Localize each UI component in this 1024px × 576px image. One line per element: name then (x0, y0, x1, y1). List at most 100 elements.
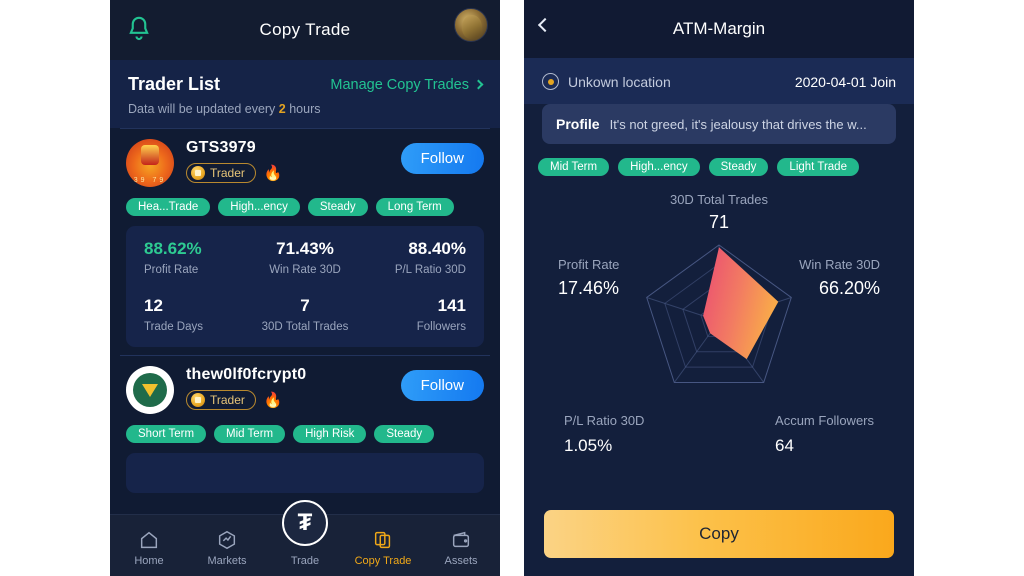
trader-tag[interactable]: Steady (307, 198, 368, 216)
stat-value: 7 (300, 296, 310, 315)
nav-item-copy-trade[interactable]: Copy Trade (344, 528, 422, 576)
nav-item-markets[interactable]: Markets (188, 528, 266, 576)
win-rate-block: Win Rate 30D 66.20% (799, 257, 880, 299)
profit-rate-block: Profit Rate 17.46% (558, 257, 619, 299)
stat-label: Followers (416, 321, 466, 333)
nav-item-home[interactable]: Home (110, 528, 188, 576)
total-trades-label: 30D Total Trades (669, 192, 769, 207)
chevron-right-icon (473, 79, 484, 90)
bell-icon[interactable] (124, 14, 154, 44)
total-trades-block: 30D Total Trades 71 (540, 192, 898, 233)
location-bar: Unkown location 2020-04-01 Join (524, 58, 914, 104)
detail-tags: Mid Term High...ency Steady Light Trade (524, 144, 914, 176)
trader-list-header: Trader List Manage Copy Trades Data will… (110, 60, 500, 128)
page-title: Copy Trade (259, 20, 351, 39)
stat-value: 71.43% (276, 239, 334, 258)
profit-rate-label: Profit Rate (558, 257, 620, 272)
profile-label: Profile (556, 116, 600, 132)
stat-label: Win Rate 30D (269, 264, 341, 276)
detail-tag[interactable]: High...ency (618, 158, 700, 176)
trader-tags: Hea...Trade High...ency Steady Long Term (126, 198, 484, 216)
profit-rate-value: 17.46% (558, 278, 620, 298)
location-text: Unkown location (568, 73, 671, 90)
chevron-left-icon[interactable] (537, 17, 553, 33)
stat-label: P/L Ratio 30D (394, 264, 466, 276)
manage-copy-trades-label: Manage Copy Trades (330, 76, 469, 93)
nav-label: Home (134, 555, 164, 567)
stat-label: Profit Rate (144, 264, 199, 276)
trader-list-title: Trader List (128, 74, 221, 94)
stat-value: 12 (144, 296, 163, 315)
detail-tag[interactable]: Mid Term (538, 158, 610, 176)
manage-copy-trades-link[interactable]: Manage Copy Trades (330, 76, 484, 93)
trader-tag[interactable]: Mid Term (214, 425, 286, 443)
screenshot-stage: Copy Trade Trader List Manage Copy Trade… (0, 0, 1024, 576)
trader-tag[interactable]: Long Term (375, 198, 454, 216)
update-notice-suffix: hours (285, 102, 321, 116)
copy-trade-icon (344, 528, 422, 552)
copy-button[interactable]: Copy (544, 510, 894, 558)
update-notice-prefix: Data will be updated every (128, 102, 279, 116)
trader-tag[interactable]: Steady (374, 425, 435, 443)
trader-badge: Trader (186, 163, 256, 183)
accum-followers-label: Accum Followers (775, 413, 874, 428)
trade-fab-button[interactable]: ₮ (282, 500, 328, 546)
stat-cell: 88.40% P/L Ratio 30D (361, 239, 474, 276)
bottom-stats: P/L Ratio 30D 1.05% Accum Followers 64 (540, 405, 898, 456)
flame-icon: 🔥 (263, 164, 283, 182)
trader-avatar (126, 366, 174, 414)
wolf-icon (133, 373, 167, 407)
stat-label: Trade Days (144, 321, 204, 333)
win-rate-label: Win Rate 30D (799, 257, 880, 272)
stat-value: 88.62% (144, 239, 202, 258)
nav-item-assets[interactable]: Assets (422, 528, 500, 576)
detail-tag[interactable]: Steady (708, 158, 769, 176)
trader-tags: Short Term Mid Term High Risk Steady (126, 425, 484, 443)
pl-ratio-label: P/L Ratio 30D (564, 413, 645, 428)
trader-badge-label: Trader (210, 166, 245, 180)
profile-card[interactable]: Profile It's not greed, it's jealousy th… (542, 104, 896, 144)
coin-icon (191, 166, 205, 180)
radar-chart: Profit Rate 17.46% Win Rate 30D 66.20% (540, 235, 898, 405)
trader-tag[interactable]: Short Term (126, 425, 207, 443)
trader-avatar (126, 139, 174, 187)
detail-page-title: ATM-Margin (672, 19, 766, 38)
trader-tag[interactable]: Hea...Trade (126, 198, 211, 216)
stat-value: 88.40% (408, 239, 466, 258)
accum-followers-block: Accum Followers 64 (775, 413, 874, 456)
follow-button[interactable]: Follow (400, 143, 484, 174)
trader-tag[interactable]: High...ency (218, 198, 300, 216)
stat-cell: 88.62% Profit Rate (136, 239, 249, 276)
phone-screen-trader-detail: ATM-Margin Unkown location 2020-04-01 Jo… (524, 0, 914, 576)
radar-svg (646, 244, 792, 383)
trader-card[interactable]: GTS3979 Trader 🔥 Follow Hea...Trade High… (110, 129, 500, 355)
nav-label: Copy Trade (354, 555, 412, 567)
map-pin-icon (542, 73, 559, 90)
trader-badge: Trader (186, 390, 256, 410)
nav-label: Trade (290, 555, 320, 567)
right-header: ATM-Margin (524, 0, 914, 58)
detail-tag[interactable]: Light Trade (777, 158, 859, 176)
stat-cell: 7 30D Total Trades (249, 296, 362, 333)
accum-followers-value: 64 (775, 436, 794, 455)
left-header: Copy Trade (110, 0, 500, 60)
phone-screen-copy-trade: Copy Trade Trader List Manage Copy Trade… (110, 0, 500, 576)
total-trades-value: 71 (708, 212, 730, 232)
stat-cell: 12 Trade Days (136, 296, 249, 333)
trader-tag[interactable]: High Risk (293, 425, 367, 443)
home-icon (110, 528, 188, 552)
avatar[interactable] (454, 8, 488, 42)
flame-icon: 🔥 (263, 391, 283, 409)
profile-text: It's not greed, it's jealousy that drive… (609, 117, 867, 132)
markets-icon (188, 528, 266, 552)
bottom-nav: Home Markets Trade Copy Trade Assets ₮ (110, 500, 500, 576)
nav-label: Markets (207, 555, 247, 567)
pl-ratio-value: 1.05% (564, 436, 613, 455)
coin-icon (191, 393, 205, 407)
stat-cell: 71.43% Win Rate 30D (249, 239, 362, 276)
follow-button[interactable]: Follow (400, 370, 484, 401)
stat-label: 30D Total Trades (261, 321, 349, 333)
stat-cell: 141 Followers (361, 296, 474, 333)
trader-badge-label: Trader (210, 393, 245, 407)
trader-card[interactable]: thew0lf0fcrypt0 Trader 🔥 Follow Short Te… (110, 356, 500, 501)
